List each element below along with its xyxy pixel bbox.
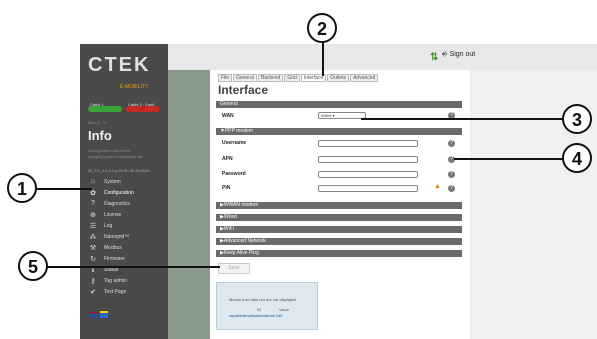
- section-wired[interactable]: ▶Wired: [216, 214, 462, 221]
- pin-help-icon[interactable]: ?: [448, 185, 455, 192]
- callout-3: 3: [562, 104, 592, 134]
- uk-flag-icon[interactable]: [90, 312, 98, 318]
- callout-4-line: [454, 158, 566, 160]
- nanogrid-icon: ⁂: [89, 233, 97, 241]
- section-ppp-modem[interactable]: ▼PPP modem: [216, 128, 462, 135]
- tab-general[interactable]: General: [233, 74, 257, 82]
- password-help-icon[interactable]: ?: [448, 171, 455, 178]
- page-title: Interface: [218, 83, 269, 97]
- gear-icon: ✿: [90, 189, 96, 197]
- section-advanced-network[interactable]: ▶Advanced Network: [216, 238, 462, 245]
- callout-1-line: [32, 188, 92, 190]
- note-col-value: Value: [279, 307, 289, 312]
- nav-diagnostics[interactable]: ? Diagnostics: [80, 198, 168, 209]
- section-wifi[interactable]: ▶WiFi: [216, 226, 462, 233]
- username-input[interactable]: [318, 140, 418, 147]
- info-desc: Configuration allows the charging point …: [88, 148, 143, 159]
- note-col-id: ID: [257, 307, 261, 312]
- brand-sub: E-MOBILITY: [120, 84, 149, 90]
- status-right: Cable 2 · Fault: [128, 102, 155, 107]
- nav-system[interactable]: ⌂ System: [80, 176, 168, 187]
- section-keep-alive-ping[interactable]: ▶Keep Alive Ping: [216, 250, 462, 257]
- device-id: ID_TO_0 4 0 0 g 2h 0h 0h 0h 0h0h: [88, 168, 150, 173]
- ctek-logo: CTEK: [88, 54, 151, 76]
- wan-label: WAN: [222, 113, 234, 119]
- save-button[interactable]: Save: [218, 263, 250, 274]
- pin-label: PIN: [222, 185, 231, 191]
- tab-backend[interactable]: Backend: [257, 74, 284, 82]
- wrench-icon: ⚒: [89, 244, 97, 252]
- pin-input[interactable]: [318, 185, 418, 192]
- nav-nanogrid[interactable]: ⁂ Nanogrid™: [80, 231, 168, 242]
- apn-label: APN: [222, 156, 233, 162]
- config-tabs: File General Backend Grid Interface Outlets Ad…: [218, 74, 379, 82]
- callout-1: 1: [7, 173, 37, 203]
- section-wwan-modem[interactable]: ▶WWAN modem: [216, 202, 462, 209]
- sidebar: CTEK E-MOBILITY Cable 1 Cable 2 · Fault …: [80, 44, 168, 339]
- sign-out-button[interactable]: ⎆ Sign out: [442, 51, 475, 59]
- sign-out-icon: ⎆: [442, 51, 448, 58]
- username-help-icon[interactable]: ?: [448, 140, 455, 147]
- nav-test-page[interactable]: ✔ Test Page: [80, 286, 168, 297]
- callout-4: 4: [562, 143, 592, 173]
- tab-file[interactable]: File: [218, 74, 233, 82]
- callout-5-line: [44, 266, 220, 268]
- wan-select[interactable]: Wired ▾: [318, 112, 366, 119]
- tab-outlets[interactable]: Outlets: [327, 74, 350, 82]
- callout-2: 2: [307, 13, 337, 43]
- top-bar: ⇅ ⎆ Sign out: [168, 44, 597, 70]
- refresh-icon: ↻: [90, 255, 96, 263]
- callout-2-line: [322, 42, 324, 76]
- callout-3-line: [361, 118, 569, 120]
- warning-icon: ▲: [434, 183, 441, 190]
- check-icon: ✔: [90, 288, 96, 296]
- nav-configuration[interactable]: ✿ Configuration: [80, 187, 168, 198]
- info-note: Means that valid but are not displayed I…: [216, 282, 318, 330]
- nav-license[interactable]: ⊕ License: [80, 209, 168, 220]
- nav-log[interactable]: ☰ Log: [80, 220, 168, 231]
- nav-modbus[interactable]: ⚒ Modbus: [80, 242, 168, 253]
- home-icon: ⌂: [90, 178, 96, 185]
- apn-input[interactable]: [318, 156, 418, 163]
- password-label: Password: [222, 171, 246, 177]
- sync-icon[interactable]: ⇅: [430, 52, 438, 63]
- nav-firmware[interactable]: ↻ Firmware: [80, 253, 168, 264]
- username-label: Username: [222, 140, 247, 146]
- info-title: Info: [88, 128, 112, 143]
- tab-grid[interactable]: Grid: [284, 74, 300, 82]
- password-input[interactable]: [318, 171, 418, 178]
- section-general[interactable]: General: [216, 101, 462, 108]
- device-label: Dev. X ∙ Y: [88, 120, 106, 125]
- status-left: Cable 1: [90, 102, 104, 107]
- nav-tag-admin[interactable]: ⚷ Tag admin: [80, 275, 168, 286]
- key-icon: ⚷: [90, 277, 96, 285]
- lock-icon: ⊕: [90, 211, 96, 219]
- language-flags[interactable]: [90, 311, 108, 320]
- note-link[interactable]: reportInterval/autoInterval 240: [229, 313, 282, 318]
- question-icon: ?: [91, 200, 95, 207]
- list-icon: ☰: [89, 222, 97, 230]
- tab-advanced[interactable]: Advanced: [350, 74, 379, 82]
- note-text: Means that valid but are not displayed: [229, 297, 297, 302]
- left-gutter: [168, 70, 210, 339]
- callout-5: 5: [18, 251, 48, 281]
- se-flag-icon[interactable]: [99, 311, 108, 318]
